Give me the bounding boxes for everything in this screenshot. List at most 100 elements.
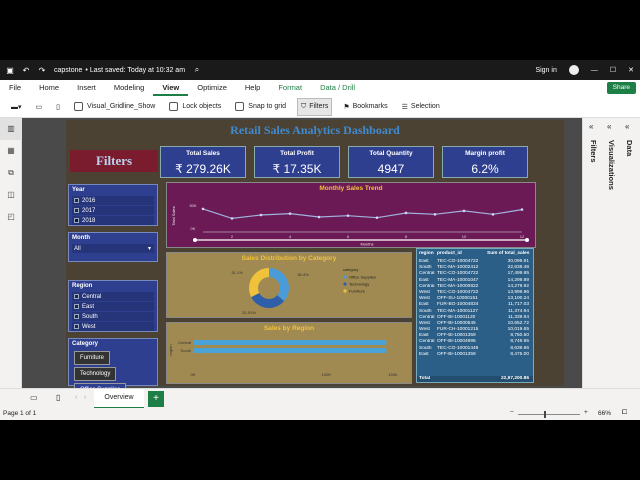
collapse-data-icon[interactable]: « <box>625 122 629 131</box>
undo-icon[interactable]: ↶ <box>20 66 32 75</box>
monthly-sales-svg: 2 4 6 8 10 12 50K 0K Months Total Sales <box>171 203 529 247</box>
slicer-item-2017[interactable]: 2017 <box>72 206 154 215</box>
zoom-slider-thumb[interactable] <box>544 411 546 418</box>
zoom-slider[interactable] <box>518 414 580 415</box>
menu-insert[interactable]: Insert <box>68 80 105 96</box>
fit-page-icon[interactable]: ⧠ <box>622 409 627 417</box>
slicer-item-2016[interactable]: 2016 <box>72 196 154 205</box>
chart-title: Sales by Region <box>263 325 315 332</box>
save-icon[interactable]: ▣ <box>4 66 16 75</box>
snap-label: Snap to grid <box>248 103 287 110</box>
filters-header: Filters <box>70 150 158 172</box>
slicer-item-2018[interactable]: 2018 <box>72 216 154 225</box>
bookmark-icon: ⚑ <box>343 103 350 111</box>
slicer-item-east[interactable]: East <box>72 302 154 311</box>
menu-modeling[interactable]: Modeling <box>105 80 153 96</box>
slicer-checkbox[interactable] <box>74 324 79 329</box>
mobile-layout-icon[interactable]: ▯ <box>53 98 63 116</box>
scroll-right-icon[interactable]: › <box>84 394 86 401</box>
tab-overview[interactable]: Overview <box>94 389 144 409</box>
slicer-checkbox[interactable] <box>74 304 79 309</box>
kpi-value: 6.2% <box>471 162 499 176</box>
menu-data-drill[interactable]: Data / Drill <box>311 80 364 96</box>
collapse-filters-icon[interactable]: « <box>589 122 593 131</box>
category-tile-furniture[interactable]: Furniture <box>74 351 111 365</box>
dax-query-icon[interactable]: ◫ <box>0 184 22 206</box>
filter-icon: ⛉ <box>301 102 307 110</box>
gridline-checkbox[interactable] <box>74 102 83 111</box>
category-slicer[interactable]: Category Furniture Technology Office Sup… <box>68 338 158 397</box>
desktop-layout-icon[interactable]: ▭ <box>30 393 38 402</box>
region-slicer[interactable]: Region Central East South West <box>68 280 158 332</box>
snap-checkbox[interactable] <box>235 102 245 111</box>
mobile-layout-icon[interactable]: ▯ <box>56 393 60 402</box>
kpi-card-total-quantity[interactable]: Total Quantity 4947 <box>348 146 434 178</box>
filters-pane-label[interactable]: Filters <box>589 140 598 163</box>
sign-in-link[interactable]: Sign in <box>535 67 556 74</box>
table-header-product[interactable]: product_id <box>437 249 487 259</box>
kpi-card-margin-profit[interactable]: Margin profit 6.2% <box>442 146 528 178</box>
visualizations-pane-label[interactable]: Visualizations <box>607 140 616 190</box>
menu-home[interactable]: Home <box>30 80 68 96</box>
close-button[interactable]: ✕ <box>628 66 634 74</box>
table-header-sales[interactable]: Sum of total_sales <box>487 249 531 259</box>
scroll-left-icon[interactable]: ‹ <box>75 394 77 401</box>
monthly-sales-chart[interactable]: Monthly Sales Trend 2 4 6 8 10 12 50K 0K Months T… <box>166 182 536 248</box>
menu-file[interactable]: File <box>0 80 30 96</box>
month-slicer[interactable]: Month All ▾ <box>68 232 158 262</box>
slicer-item-west[interactable]: West <box>72 322 154 331</box>
add-page-button[interactable]: + <box>148 391 164 407</box>
slicer-checkbox[interactable] <box>74 314 79 319</box>
collapse-visualizations-icon[interactable]: « <box>607 122 611 131</box>
search-icon[interactable]: ⌕ <box>191 65 203 75</box>
maximize-button[interactable]: ☐ <box>610 66 616 74</box>
table-row[interactable]: East OFF-BI-10001359 8,475.00 <box>417 352 533 358</box>
page-view-icon[interactable]: ▭ <box>33 98 46 116</box>
data-pane-label[interactable]: Data <box>625 140 634 156</box>
month-dropdown[interactable]: All ▾ <box>72 244 154 253</box>
category-tile-technology[interactable]: Technology <box>74 367 117 381</box>
year-slicer[interactable]: Year 2016 2017 2018 <box>68 184 158 226</box>
report-view-icon[interactable]: ▥ <box>0 118 22 140</box>
zoom-in-icon[interactable]: + <box>584 409 588 416</box>
slicer-item-south[interactable]: South <box>72 312 154 321</box>
slicer-item-label: 2017 <box>82 207 96 214</box>
filters-pane-button[interactable]: ⛉ Filters <box>297 97 333 116</box>
snap-toggle[interactable]: Snap to grid <box>232 98 289 116</box>
minimize-button[interactable]: — <box>591 67 598 74</box>
table-total-value: 22,97,200.86 <box>500 375 529 381</box>
share-button[interactable]: Share <box>606 82 636 94</box>
slicer-checkbox[interactable] <box>74 294 79 299</box>
menu-format[interactable]: Format <box>269 80 311 96</box>
data-point <box>462 209 466 213</box>
bookmarks-button[interactable]: ⚑ Bookmarks <box>340 98 390 116</box>
selection-button[interactable]: ☰ Selection <box>399 98 443 116</box>
app-window: ▣ ↶ ↷ capstone • Last saved: Today at 10… <box>0 60 640 420</box>
slicer-item-central[interactable]: Central <box>72 292 154 301</box>
chart-title: Sales Distribution by Category <box>241 255 337 262</box>
menu-help[interactable]: Help <box>236 80 269 96</box>
kpi-card-total-profit[interactable]: Total Profit ₹ 17.35K <box>254 146 340 178</box>
menu-optimize[interactable]: Optimize <box>188 80 236 96</box>
menu-view[interactable]: View <box>153 80 189 96</box>
category-donut-chart[interactable]: Sales Distribution by Category 31.1% 36.4… <box>166 252 412 318</box>
slicer-checkbox[interactable] <box>74 208 79 213</box>
lock-checkbox[interactable] <box>169 102 179 111</box>
zoom-out-icon[interactable]: − <box>510 409 514 416</box>
account-icon[interactable] <box>568 65 579 75</box>
table-header-region[interactable]: region <box>417 249 437 259</box>
slicer-checkbox[interactable] <box>74 218 79 223</box>
model-view-icon[interactable]: ⧉ <box>0 162 22 184</box>
lock-toggle[interactable]: Lock objects <box>166 98 224 116</box>
region-bar-chart[interactable]: Sales by Region Central South 0K 100K 150K re… <box>166 322 412 384</box>
redo-icon[interactable]: ↷ <box>36 66 48 75</box>
tmdl-view-icon[interactable]: ◰ <box>0 206 22 228</box>
gridline-toggle[interactable]: Visual_Gridline_Show <box>71 98 158 116</box>
x-tick-label: 6 <box>347 234 350 239</box>
sales-table[interactable]: region product_id Sum of total_sales Eas… <box>416 248 534 383</box>
kpi-value: 4947 <box>377 162 405 176</box>
table-view-icon[interactable]: ▦ <box>0 140 22 162</box>
slicer-checkbox[interactable] <box>74 198 79 203</box>
kpi-card-total-sales[interactable]: Total Sales ₹ 279.26K <box>160 146 246 178</box>
theme-icon[interactable]: ▬▾ <box>8 98 25 116</box>
